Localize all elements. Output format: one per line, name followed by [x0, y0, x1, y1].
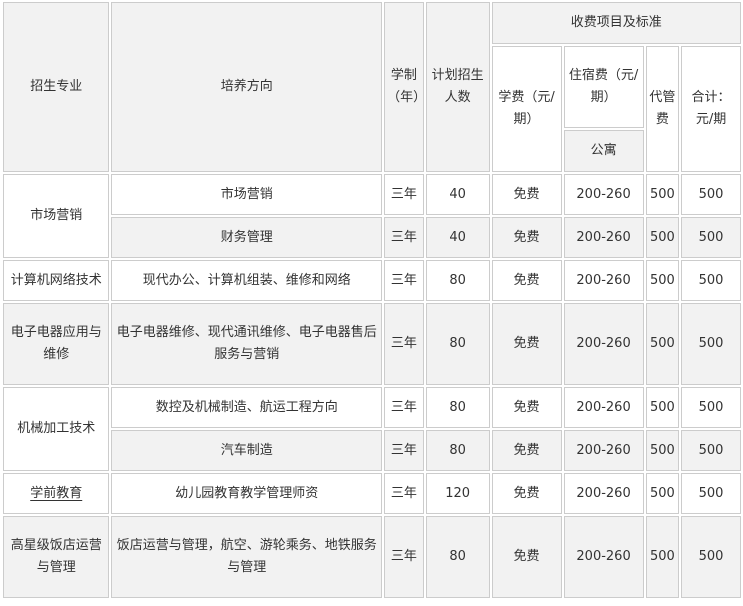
total-cell: 500 [681, 217, 741, 258]
lodging-cell: 200-260 [563, 516, 644, 598]
lodging-cell: 200-260 [563, 303, 644, 385]
quota-cell: 80 [425, 260, 490, 301]
tuition-cell: 免费 [491, 174, 562, 215]
duration-cell: 三年 [384, 516, 424, 598]
table-row: 高星级饭店运营与管理 饭店运营与管理，航空、游轮乘务、地铁服务与管理 三年 80… [3, 516, 741, 598]
quota-cell: 80 [425, 303, 490, 385]
direction-cell: 市场营销 [111, 174, 383, 215]
lodging-cell: 200-260 [563, 387, 644, 428]
duration-cell: 三年 [384, 174, 424, 215]
lodging-cell: 200-260 [563, 430, 644, 471]
table-row: 汽车制造 三年 80 免费 200-260 500 500 [3, 430, 741, 471]
table-row: 电子电器应用与维修 电子电器维修、现代通讯维修、电子电器售后服务与营销 三年 8… [3, 303, 741, 385]
quota-cell: 80 [425, 516, 490, 598]
major-cell: 电子电器应用与维修 [3, 303, 110, 385]
agency-cell: 500 [645, 387, 680, 428]
major-cell: 高星级饭店运营与管理 [3, 516, 110, 598]
tuition-cell: 免费 [491, 473, 562, 514]
table-row: 市场营销 市场营销 三年 40 免费 200-260 500 500 [3, 174, 741, 258]
total-cell: 500 [681, 387, 741, 428]
direction-cell: 饭店运营与管理，航空、游轮乘务、地铁服务与管理 [111, 516, 383, 598]
agency-cell: 500 [645, 516, 680, 598]
duration-cell: 三年 [384, 473, 424, 514]
duration-cell: 三年 [384, 387, 424, 428]
direction-cell: 现代办公、计算机组装、维修和网络 [111, 260, 383, 301]
tuition-cell: 免费 [491, 217, 562, 258]
total-cell: 500 [681, 430, 741, 471]
table-row: 计算机网络技术 现代办公、计算机组装、维修和网络 三年 80 免费 200-26… [3, 260, 741, 301]
header-agency: 代管费 [645, 46, 680, 172]
major-cell: 学前教育 [3, 473, 110, 514]
quota-cell: 80 [425, 387, 490, 428]
direction-cell: 财务管理 [111, 217, 383, 258]
header-direction: 培养方向 [111, 2, 383, 172]
direction-cell: 汽车制造 [111, 430, 383, 471]
duration-cell: 三年 [384, 303, 424, 385]
lodging-cell: 200-260 [563, 260, 644, 301]
tuition-cell: 免费 [491, 516, 562, 598]
major-cell: 机械加工技术 [3, 387, 110, 471]
agency-cell: 500 [645, 473, 680, 514]
major-link[interactable]: 学前教育 [30, 486, 82, 501]
direction-cell: 电子电器维修、现代通讯维修、电子电器售后服务与营销 [111, 303, 383, 385]
total-cell: 500 [681, 174, 741, 215]
header-tuition: 学费（元/期） [491, 46, 562, 172]
lodging-cell: 200-260 [563, 217, 644, 258]
quota-cell: 80 [425, 430, 490, 471]
major-cell: 计算机网络技术 [3, 260, 110, 301]
quota-cell: 40 [425, 217, 490, 258]
agency-cell: 500 [645, 303, 680, 385]
duration-cell: 三年 [384, 217, 424, 258]
table-row: 机械加工技术 数控及机械制造、航运工程方向 三年 80 免费 200-260 5… [3, 387, 741, 471]
lodging-cell: 200-260 [563, 473, 644, 514]
agency-cell: 500 [645, 430, 680, 471]
tuition-cell: 免费 [491, 303, 562, 385]
direction-cell: 数控及机械制造、航运工程方向 [111, 387, 383, 428]
agency-cell: 500 [645, 217, 680, 258]
header-total: 合计：元/期 [681, 46, 741, 172]
total-cell: 500 [681, 260, 741, 301]
table-row: 学前教育 幼儿园教育教学管理师资 三年 120 免费 200-260 500 5… [3, 473, 741, 514]
total-cell: 500 [681, 516, 741, 598]
total-cell: 500 [681, 303, 741, 385]
tuition-cell: 免费 [491, 387, 562, 428]
header-duration: 学制（年） [384, 2, 424, 172]
duration-cell: 三年 [384, 260, 424, 301]
header-apartment: 公寓 [563, 130, 644, 172]
lodging-cell: 200-260 [563, 174, 644, 215]
tuition-cell: 免费 [491, 260, 562, 301]
total-cell: 500 [681, 473, 741, 514]
quota-cell: 120 [425, 473, 490, 514]
agency-cell: 500 [645, 260, 680, 301]
major-cell: 市场营销 [3, 174, 110, 258]
header-lodging: 住宿费（元/期） [563, 46, 644, 128]
direction-cell: 幼儿园教育教学管理师资 [111, 473, 383, 514]
enrollment-fee-table: 招生专业 培养方向 学制（年） 计划招生人数 收费项目及标准 学费（元/期） 住… [1, 0, 743, 600]
header-major: 招生专业 [3, 2, 110, 172]
duration-cell: 三年 [384, 430, 424, 471]
quota-cell: 40 [425, 174, 490, 215]
header-fees-group: 收费项目及标准 [491, 2, 741, 44]
table-row: 财务管理 三年 40 免费 200-260 500 500 [3, 217, 741, 258]
header-quota: 计划招生人数 [425, 2, 490, 172]
tuition-cell: 免费 [491, 430, 562, 471]
agency-cell: 500 [645, 174, 680, 215]
